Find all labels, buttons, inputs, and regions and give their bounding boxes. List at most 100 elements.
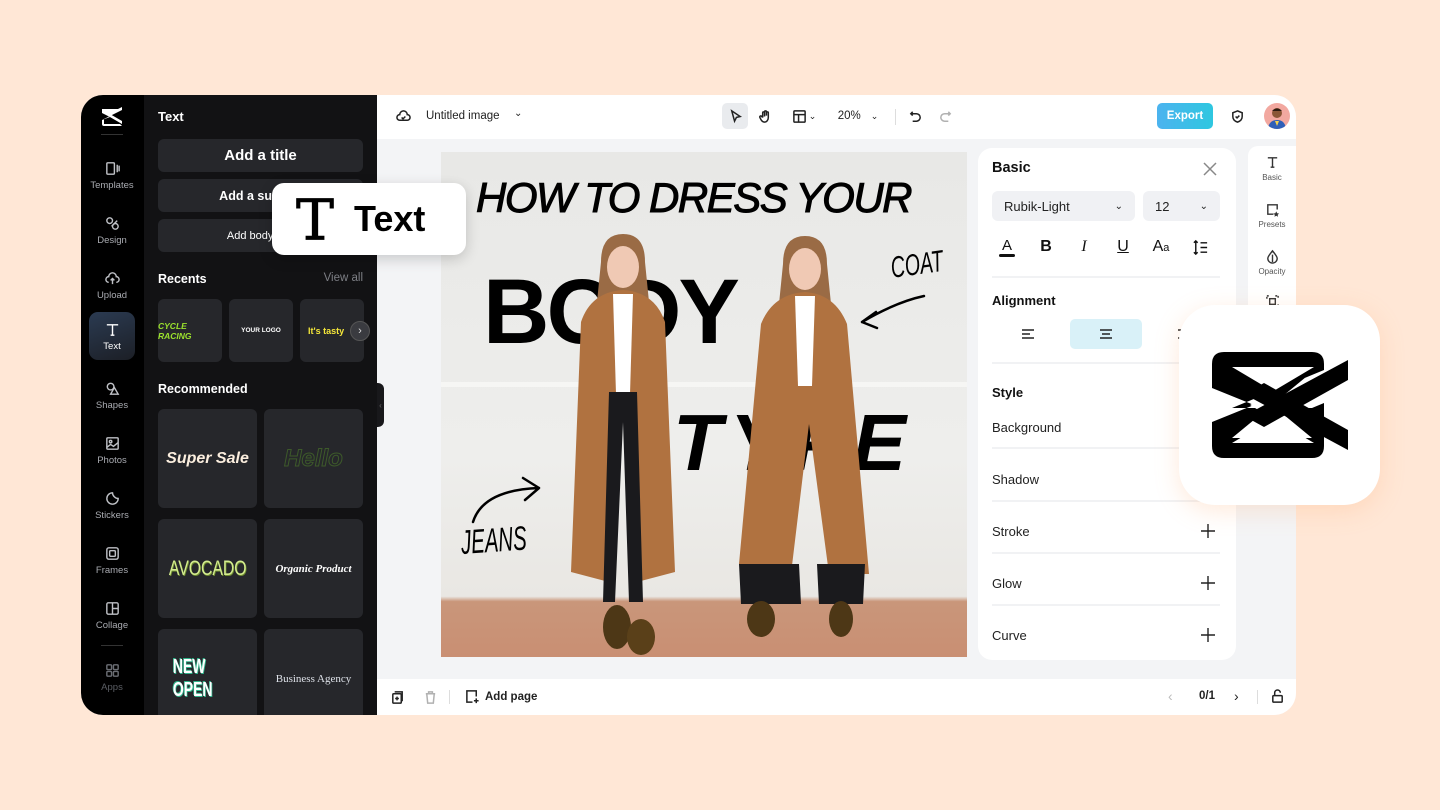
rail-item-apps[interactable]: Apps [89, 653, 135, 701]
recommended-template[interactable]: AVOCADO [158, 519, 257, 618]
undo-button[interactable] [903, 103, 927, 129]
add-glow-plus-icon[interactable] [1200, 575, 1216, 591]
poster-headline[interactable]: HOW TO DRESS YOUR [475, 174, 913, 222]
rail-item-upload[interactable]: Upload [89, 261, 135, 309]
recommended-template[interactable]: Super Sale [158, 409, 257, 508]
font-size-select[interactable]: 12 ⌄ [1143, 191, 1220, 221]
align-center-button[interactable] [1070, 319, 1142, 349]
strip-tab-presets[interactable]: Presets [1248, 202, 1296, 229]
divider [992, 604, 1220, 606]
title-chevron-down-icon[interactable]: ⌄ [514, 108, 522, 119]
presets-icon [1266, 204, 1279, 217]
font-family-select[interactable]: Rubik-Light ⌄ [992, 191, 1135, 221]
template-text: AVOCADO [168, 556, 247, 580]
text-case-icon: Aa [1152, 238, 1170, 255]
shield-check-icon [1230, 109, 1245, 124]
rail-label: Stickers [95, 509, 129, 521]
next-page-button[interactable]: › [1234, 688, 1239, 704]
collapse-panel-handle[interactable]: ‹ [377, 383, 384, 427]
template-text: NEW OPEN [172, 655, 213, 701]
toolbar-divider [895, 109, 896, 125]
previous-page-button[interactable]: ‹ [1168, 688, 1173, 704]
recent-template-text: YOUR LOGO [241, 327, 281, 334]
export-button[interactable]: Export [1157, 103, 1213, 129]
recommended-template[interactable]: Organic Product [264, 519, 363, 618]
toolbar-divider [449, 690, 450, 704]
rail-divider [101, 134, 123, 135]
bold-button[interactable]: B [1033, 234, 1059, 260]
text-color-button[interactable]: A [994, 234, 1020, 260]
delete-page-icon[interactable] [423, 690, 438, 705]
font-size-value: 12 [1155, 198, 1170, 214]
layout-button[interactable]: ⌄ [787, 103, 821, 129]
recent-template[interactable]: CYCLE RACING [158, 299, 222, 362]
redo-button[interactable] [933, 103, 957, 129]
lock-icon[interactable] [1270, 689, 1285, 704]
capcut-logo-icon [1211, 352, 1348, 458]
background-option[interactable]: Background [992, 420, 1061, 435]
properties-title: Basic [992, 160, 1031, 176]
italic-icon: I [1081, 238, 1087, 255]
divider [992, 276, 1220, 278]
apps-icon [105, 663, 119, 677]
recents-next-button[interactable]: › [350, 321, 370, 341]
view-all-link[interactable]: View all [324, 272, 363, 284]
italic-button[interactable]: I [1071, 234, 1097, 260]
design-canvas[interactable]: HOW TO DRESS YOUR BODY TYPE COAT [441, 152, 967, 657]
recommended-template[interactable]: Hello [264, 409, 363, 508]
close-icon[interactable] [1201, 160, 1219, 178]
stroke-option[interactable]: Stroke [992, 524, 1030, 539]
add-title-button[interactable]: Add a title [158, 139, 363, 172]
chevron-down-icon: ⌄ [808, 110, 817, 121]
rail-item-frames[interactable]: Frames [89, 536, 135, 584]
add-curve-plus-icon[interactable] [1200, 627, 1216, 643]
strip-tab-opacity[interactable]: Opacity [1248, 249, 1296, 276]
user-avatar[interactable] [1264, 103, 1290, 129]
rail-label: Design [97, 234, 127, 246]
template-text: Super Sale [166, 449, 249, 467]
rail-item-text[interactable]: Text [89, 312, 135, 360]
add-stroke-plus-icon[interactable] [1200, 523, 1216, 539]
frames-icon [105, 546, 119, 560]
arrow-to-jeans-icon [471, 476, 541, 524]
toolbar-divider [1257, 690, 1258, 704]
chevron-left-icon: ‹ [379, 400, 382, 410]
rail-item-stickers[interactable]: Stickers [89, 481, 135, 529]
text-color-icon: A [1001, 236, 1012, 254]
rail-item-photos[interactable]: Photos [89, 426, 135, 474]
text-serif-t-icon [296, 198, 334, 240]
color-swatch [999, 253, 1015, 257]
recents-heading: Recents [158, 272, 207, 286]
capcut-logo-badge [1179, 305, 1380, 505]
rail-item-templates[interactable]: Templates [89, 151, 135, 199]
recommended-template[interactable]: Business Agency [264, 629, 363, 715]
annotation-coat[interactable]: COAT [889, 245, 946, 286]
rail-label: Frames [95, 564, 129, 576]
template-text: Business Agency [275, 672, 352, 685]
text-badge-label: Text [354, 198, 426, 239]
shadow-option[interactable]: Shadow [992, 472, 1039, 487]
line-spacing-button[interactable] [1187, 234, 1213, 260]
select-tool-button[interactable] [722, 103, 748, 129]
glow-option[interactable]: Glow [992, 576, 1022, 591]
zoom-dropdown[interactable]: 20% ⌄ [832, 103, 884, 129]
align-left-button[interactable] [992, 319, 1064, 349]
strip-tab-basic[interactable]: Basic [1248, 155, 1296, 182]
rail-label: Text [103, 340, 121, 352]
text-case-button[interactable]: Aa [1148, 234, 1174, 260]
duplicate-page-icon[interactable] [390, 690, 405, 705]
rail-item-design[interactable]: Design [89, 206, 135, 254]
rail-item-shapes[interactable]: Shapes [89, 371, 135, 419]
recent-template[interactable]: YOUR LOGO [229, 299, 293, 362]
align-left-icon [1022, 329, 1034, 339]
hand-tool-button[interactable] [752, 103, 778, 129]
underline-button[interactable]: U [1110, 234, 1136, 260]
add-page-button[interactable]: Add page [465, 689, 537, 704]
security-button[interactable] [1225, 103, 1249, 129]
rail-label: Upload [96, 289, 128, 301]
recommended-template[interactable]: NEW OPEN [158, 629, 257, 715]
annotation-jeans[interactable]: JEANS [460, 519, 528, 562]
document-title[interactable]: Untitled image [426, 110, 500, 122]
curve-option[interactable]: Curve [992, 628, 1027, 643]
rail-item-collage[interactable]: Collage [89, 591, 135, 639]
